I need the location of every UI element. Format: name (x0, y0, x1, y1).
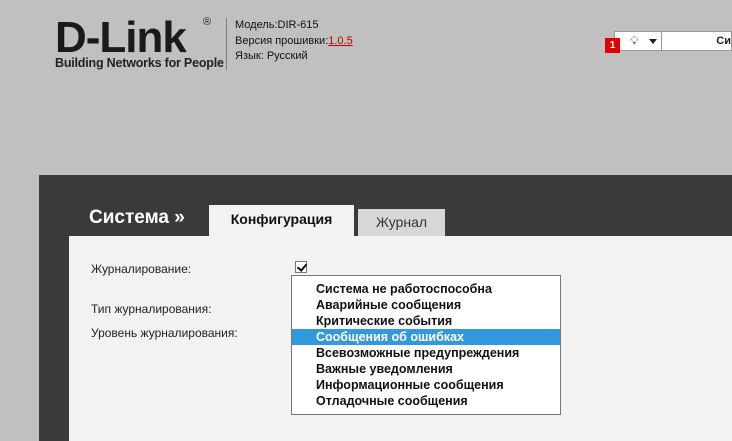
logo-text: D-Link (55, 13, 187, 62)
dropdown-option[interactable]: Критические события (292, 313, 560, 329)
dropdown-option[interactable]: Информационные сообщения (292, 377, 560, 393)
log-type-label: Тип журналирования: (91, 302, 212, 316)
logo-tagline: Building Networks for People (55, 56, 224, 70)
notification-badge: 1 (605, 38, 620, 53)
model-text: Модель:DIR-615 (235, 19, 319, 31)
dropdown-option[interactable]: Важные уведомления (292, 361, 560, 377)
dropdown-option[interactable]: Аварийные сообщения (292, 297, 560, 313)
notifications-button[interactable]: 💡︎ (614, 31, 662, 51)
firmware-label: Версия прошивки: (235, 34, 329, 47)
logging-checkbox[interactable] (295, 261, 307, 273)
logging-label: Журналирование: (91, 262, 192, 276)
log-level-label: Уровень журналирования: (91, 326, 238, 340)
language-text: Язык: Русский (235, 50, 308, 62)
dlink-logo: D-Link ® Building Networks for People (55, 13, 224, 71)
registered-mark: ® (203, 16, 212, 28)
device-info: Модель:DIR-615 Версия прошивки:1.0.5 Язы… (226, 18, 353, 70)
dropdown-option[interactable]: Всевозможные предупреждения (292, 345, 560, 361)
firmware-version-link[interactable]: 1.0.5 (328, 35, 352, 47)
dropdown-option[interactable]: Отладочные сообщения (292, 393, 560, 409)
chevron-down-icon (649, 39, 657, 44)
section-title: Система » (89, 207, 185, 228)
dropdown-option[interactable]: Система не работоспособна (292, 281, 560, 297)
tab-log[interactable]: Журнал (358, 209, 445, 236)
bulb-icon: 💡︎ (630, 34, 639, 48)
log-level-dropdown-list[interactable]: Система не работоспособна Аварийные сооб… (291, 275, 561, 415)
firmware-row: Версия прошивки:1.0.5 (235, 34, 353, 50)
system-menu-button[interactable]: Си (662, 31, 732, 51)
top-toolbar: 💡︎ 1 Си (605, 31, 732, 53)
tab-configuration[interactable]: Конфигурация (209, 205, 354, 237)
dropdown-option-selected[interactable]: Сообщения об ошибках (292, 329, 560, 345)
